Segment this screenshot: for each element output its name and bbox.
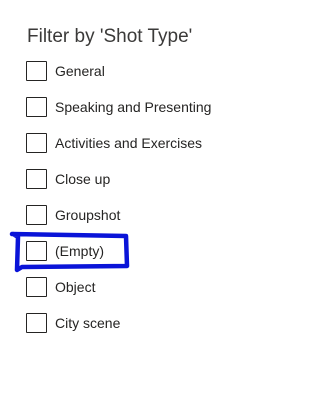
checkbox[interactable] <box>26 313 47 333</box>
option-close-up[interactable]: Close up <box>26 169 286 205</box>
option-label: Object <box>55 279 96 295</box>
option-label: Speaking and Presenting <box>55 99 212 115</box>
checkbox[interactable] <box>26 241 47 261</box>
option-label: City scene <box>55 315 121 331</box>
option-activities-and-exercises[interactable]: Activities and Exercises <box>26 133 286 169</box>
option-city-scene[interactable]: City scene <box>26 313 286 349</box>
option-label: General <box>55 63 105 79</box>
option-groupshot[interactable]: Groupshot <box>26 205 286 241</box>
checkbox[interactable] <box>26 133 47 153</box>
filter-panel: Filter by 'Shot Type' General Speaking a… <box>0 0 298 394</box>
checkbox[interactable] <box>26 205 47 225</box>
checkbox[interactable] <box>26 169 47 189</box>
option-general[interactable]: General <box>26 61 286 97</box>
option-label: Activities and Exercises <box>55 135 203 151</box>
option-label: (Empty) <box>55 243 104 259</box>
option-object[interactable]: Object <box>26 277 286 313</box>
option-list: General Speaking and Presenting Activiti… <box>26 61 286 349</box>
filter-title: Filter by 'Shot Type' <box>27 26 193 47</box>
option-label: Close up <box>55 171 111 187</box>
checkbox[interactable] <box>26 97 47 117</box>
checkbox[interactable] <box>26 61 47 81</box>
checkbox[interactable] <box>26 277 47 297</box>
option-empty[interactable]: (Empty) <box>26 241 286 277</box>
option-label: Groupshot <box>55 207 121 223</box>
option-speaking-and-presenting[interactable]: Speaking and Presenting <box>26 97 286 133</box>
